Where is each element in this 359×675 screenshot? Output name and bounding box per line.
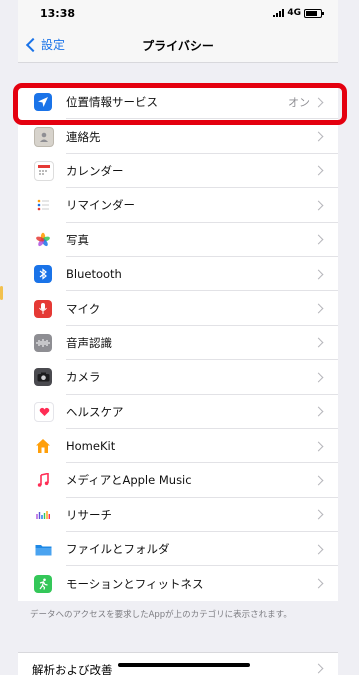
camera-icon — [34, 368, 52, 387]
signal-icon — [273, 9, 285, 17]
row-research[interactable]: リサーチ — [18, 498, 338, 533]
row-label: Bluetooth — [66, 267, 122, 282]
row-label: リマインダー — [66, 198, 135, 213]
chevron-right-icon — [313, 269, 324, 280]
row-label: 写真 — [66, 232, 89, 247]
row-label: リサーチ — [66, 507, 112, 522]
chevron-right-icon — [313, 166, 324, 176]
health-heart-icon — [34, 401, 54, 422]
row-health[interactable]: ヘルスケア — [18, 395, 338, 430]
contacts-icon — [34, 126, 54, 147]
footnote-text: データへのアクセスを要求したAppが上のカテゴリに表示されます。 — [30, 610, 292, 620]
row-label: ファイルとフォルダ — [66, 542, 170, 557]
music-note-icon — [34, 471, 52, 490]
photos-icon — [34, 230, 52, 249]
row-files-folders[interactable]: ファイルとフォルダ — [18, 532, 338, 567]
chevron-right-icon — [313, 578, 324, 589]
status-time: 13:38 — [40, 7, 76, 20]
row-calendar[interactable]: カレンダー — [18, 154, 338, 189]
chevron-right-icon — [313, 234, 324, 245]
row-label: モーションとフィットネス — [66, 576, 204, 591]
chevron-right-icon — [313, 337, 324, 348]
row-label: 連絡先 — [66, 129, 101, 144]
row-homekit[interactable]: HomeKit — [18, 429, 338, 464]
folder-icon — [34, 540, 52, 558]
chevron-right-icon — [313, 200, 324, 211]
row-label: HomeKit — [66, 439, 116, 454]
highlight-box — [13, 83, 347, 125]
row-label: マイク — [66, 301, 101, 316]
row-photos[interactable]: 写真 — [18, 223, 338, 258]
chevron-right-icon — [313, 509, 324, 520]
speech-recognition-icon — [34, 333, 52, 352]
chevron-right-icon — [313, 303, 324, 314]
row-label: 解析および改善 — [32, 663, 113, 675]
navigation-bar: 設定 プライバシー — [18, 28, 338, 63]
page-title: プライバシー — [142, 39, 214, 53]
reminders-icon — [34, 196, 52, 215]
home-indicator — [118, 663, 250, 667]
row-speech-recognition[interactable]: 音声認識 — [18, 326, 338, 361]
row-label: 音声認識 — [66, 335, 112, 350]
row-reminders[interactable]: リマインダー — [18, 188, 338, 223]
row-bluetooth[interactable]: Bluetooth — [18, 257, 338, 292]
row-label: カレンダー — [66, 163, 124, 178]
row-label: メディアとApple Music — [66, 473, 192, 488]
bluetooth-icon — [34, 265, 52, 284]
chevron-right-icon — [313, 544, 324, 555]
battery-icon — [304, 8, 324, 18]
research-icon — [34, 505, 52, 524]
row-motion-fitness[interactable]: モーションとフィットネス — [18, 566, 338, 600]
chevron-right-icon — [313, 372, 324, 383]
row-label: ヘルスケア — [66, 404, 124, 419]
calendar-icon — [34, 160, 54, 181]
row-label: カメラ — [66, 370, 101, 385]
edge-marker — [0, 286, 3, 300]
status-bar: 13:38 4G — [18, 0, 338, 28]
home-icon — [34, 437, 52, 456]
privacy-list: 位置情報サービス オン 連絡先 カレンダー リマインダー 写真 Bluetoot… — [18, 85, 338, 601]
network-label: 4G — [287, 8, 301, 18]
chevron-right-icon — [313, 475, 324, 486]
row-camera[interactable]: カメラ — [18, 360, 338, 395]
chevron-right-icon — [313, 131, 324, 142]
chevron-right-icon — [313, 441, 324, 452]
status-indicators: 4G — [273, 8, 324, 18]
chevron-right-icon — [313, 663, 324, 674]
row-media-apple-music[interactable]: メディアとApple Music — [18, 463, 338, 499]
fitness-icon — [34, 574, 52, 593]
microphone-icon — [34, 299, 52, 318]
chevron-right-icon — [313, 406, 324, 417]
row-microphone[interactable]: マイク — [18, 291, 338, 327]
